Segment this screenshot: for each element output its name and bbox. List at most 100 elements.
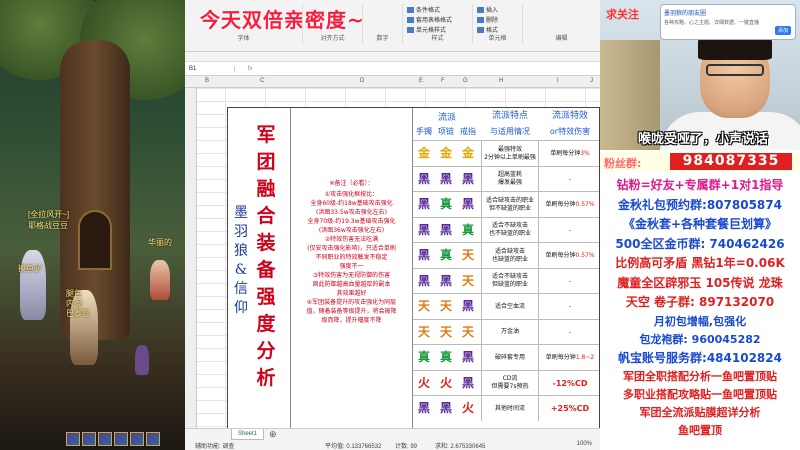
- table-row[interactable]: 黑真天适合缺攻击 也缺蓝的职业 单刷每分钟0.57%: [413, 242, 599, 268]
- feature-cell[interactable]: CD流 但需要7s预热: [481, 370, 539, 396]
- npc-character[interactable]: [150, 260, 170, 300]
- grade-cell[interactable]: 天: [414, 294, 434, 319]
- column-header[interactable]: G: [463, 78, 468, 84]
- insert-button[interactable]: 插入: [477, 5, 498, 14]
- npc-character[interactable]: [20, 250, 46, 320]
- feature-cell[interactable]: 适合缺攻击 也缺蓝的职业: [481, 243, 539, 268]
- table-row[interactable]: 天天黑适合空血流 -: [413, 293, 599, 319]
- grade-cell[interactable]: 天: [436, 294, 456, 319]
- table-row[interactable]: 黑黑黑超高蓝耗 爆发最强 -: [413, 165, 599, 192]
- page-title: 军团融合装备强度分析: [256, 124, 276, 389]
- table-row[interactable]: 金金金最强特效 2分钟以上单刷最强 单刷每分钟3%: [413, 140, 599, 166]
- name-box[interactable]: B1: [185, 65, 235, 72]
- grade-cell[interactable]: 黑: [458, 167, 478, 192]
- effect-cell[interactable]: 单刷每分钟3%: [539, 141, 599, 166]
- table-row[interactable]: 真真黑破碎套专用 单刷每分钟1.8~2: [413, 344, 599, 370]
- effect-cell[interactable]: 单刷每分钟1.8~2: [539, 345, 599, 370]
- grade-cell[interactable]: 真: [458, 218, 478, 243]
- sheet-tab[interactable]: Sheet1: [231, 429, 265, 440]
- feature-cell[interactable]: 适合不缺攻击 也不缺蓝的职业: [481, 217, 539, 243]
- feature-cell[interactable]: 适合不缺攻击 但缺蓝的职业: [481, 268, 539, 294]
- grade-cell[interactable]: 黑: [414, 192, 434, 217]
- skill-slot-icon[interactable]: [146, 432, 160, 446]
- table-row[interactable]: 黑黑天适合不缺攻击 但缺蓝的职业 -: [413, 267, 599, 294]
- effect-cell[interactable]: -12%CD: [539, 371, 599, 396]
- grade-cell[interactable]: 黑: [414, 218, 434, 243]
- column-header[interactable]: H: [499, 78, 503, 84]
- add-sheet-icon[interactable]: ⊕: [269, 429, 277, 440]
- column-header[interactable]: D: [360, 78, 364, 84]
- effect-cell[interactable]: 单刷每分钟0.57%: [539, 192, 599, 217]
- grade-cell[interactable]: 真: [436, 243, 456, 268]
- grade-cell[interactable]: 黑: [436, 218, 456, 243]
- grade-cell[interactable]: 天: [458, 320, 478, 345]
- feature-cell[interactable]: 其他时间流: [481, 396, 539, 421]
- grade-cell[interactable]: 真: [436, 345, 456, 370]
- feature-cell[interactable]: 万金油: [481, 319, 539, 345]
- grade-cell[interactable]: 黑: [414, 269, 434, 294]
- effect-cell[interactable]: 单刷每分钟0.57%: [539, 243, 599, 268]
- grade-cell[interactable]: 金: [436, 141, 456, 166]
- header-features-sub: 与适用情况: [490, 127, 530, 136]
- skill-slot-icon[interactable]: [82, 432, 96, 446]
- column-header[interactable]: B: [205, 78, 209, 84]
- effect-cell[interactable]: -: [539, 218, 599, 243]
- delete-button[interactable]: 删除: [477, 15, 498, 24]
- effect-cell[interactable]: -: [539, 320, 599, 345]
- grade-cell[interactable]: 真: [436, 192, 456, 217]
- grade-cell[interactable]: 黑: [414, 396, 434, 421]
- column-header[interactable]: F: [441, 78, 445, 84]
- effect-cell[interactable]: -: [539, 269, 599, 294]
- feature-cell[interactable]: 最强特效 2分钟以上单刷最强: [481, 141, 539, 166]
- promo-line: 帆宝账号服务群:484102824: [618, 350, 782, 365]
- column-header[interactable]: C: [260, 78, 264, 84]
- effect-cell[interactable]: -: [539, 167, 599, 192]
- grade-cell[interactable]: 黑: [414, 167, 434, 192]
- effect-cell[interactable]: -: [539, 294, 599, 319]
- follow-label[interactable]: 求关注: [606, 6, 639, 22]
- grade-cell[interactable]: 黑: [436, 269, 456, 294]
- skill-slot-icon[interactable]: [98, 432, 112, 446]
- grade-cell[interactable]: 黑: [458, 371, 478, 396]
- grade-cell[interactable]: 黑: [414, 243, 434, 268]
- grade-cell[interactable]: 黑: [436, 396, 456, 421]
- grade-cell[interactable]: 火: [414, 371, 434, 396]
- column-header[interactable]: I: [557, 78, 559, 84]
- grade-cell[interactable]: 天: [436, 320, 456, 345]
- conditional-format-button[interactable]: 条件格式: [407, 5, 440, 14]
- skill-slot-icon[interactable]: [130, 432, 144, 446]
- grade-cell[interactable]: 黑: [458, 345, 478, 370]
- status-accessibility[interactable]: 辅助功能: 调查: [195, 441, 234, 450]
- feature-cell[interactable]: 超高蓝耗 爆发最强: [481, 166, 539, 192]
- grade-cell[interactable]: 黑: [458, 294, 478, 319]
- feature-cell[interactable]: 破碎套专用: [481, 345, 539, 370]
- skill-slot-icon[interactable]: [114, 432, 128, 446]
- column-header[interactable]: E: [419, 78, 423, 84]
- table-format-button[interactable]: 套用表格格式: [407, 15, 452, 24]
- grade-cell[interactable]: 火: [458, 396, 478, 421]
- grade-cell[interactable]: 火: [436, 371, 456, 396]
- grade-cell[interactable]: 天: [414, 320, 434, 345]
- npc-character[interactable]: [135, 345, 149, 375]
- column-header[interactable]: J: [590, 78, 593, 84]
- wechat-add-button[interactable]: 添加: [774, 26, 791, 35]
- table-row[interactable]: 黑黑真适合不缺攻击 也不缺蓝的职业 -: [413, 216, 599, 243]
- grade-cell[interactable]: 天: [458, 269, 478, 294]
- table-row[interactable]: 火火黑 CD流 但需要7s预热 -12%CD: [413, 369, 599, 396]
- grade-cell[interactable]: 天: [458, 243, 478, 268]
- feature-cell[interactable]: 适合空血流: [481, 294, 539, 319]
- table-row[interactable]: 黑黑火其他时间流 +25%CD: [413, 395, 599, 421]
- grade-cell[interactable]: 金: [414, 141, 434, 166]
- grade-cell[interactable]: 黑: [458, 192, 478, 217]
- grade-cell[interactable]: 黑: [436, 167, 456, 192]
- grade-cell[interactable]: 真: [414, 345, 434, 370]
- effect-cell[interactable]: +25%CD: [539, 396, 599, 421]
- zoom-level[interactable]: 100%: [577, 441, 592, 447]
- table-row[interactable]: 天天天万金油 -: [413, 318, 599, 345]
- fx-icon[interactable]: fx: [235, 66, 265, 72]
- grade-cell[interactable]: 金: [458, 141, 478, 166]
- skill-slot-icon[interactable]: [66, 432, 80, 446]
- table-row[interactable]: 黑真黑适合缺攻击的职业 但不缺蓝的职业 单刷每分钟0.57%: [413, 191, 599, 217]
- promo-line: 比例高可矛盾 黑钻1年=0.06K: [615, 256, 785, 270]
- feature-cell[interactable]: 适合缺攻击的职业 但不缺蓝的职业: [481, 192, 539, 217]
